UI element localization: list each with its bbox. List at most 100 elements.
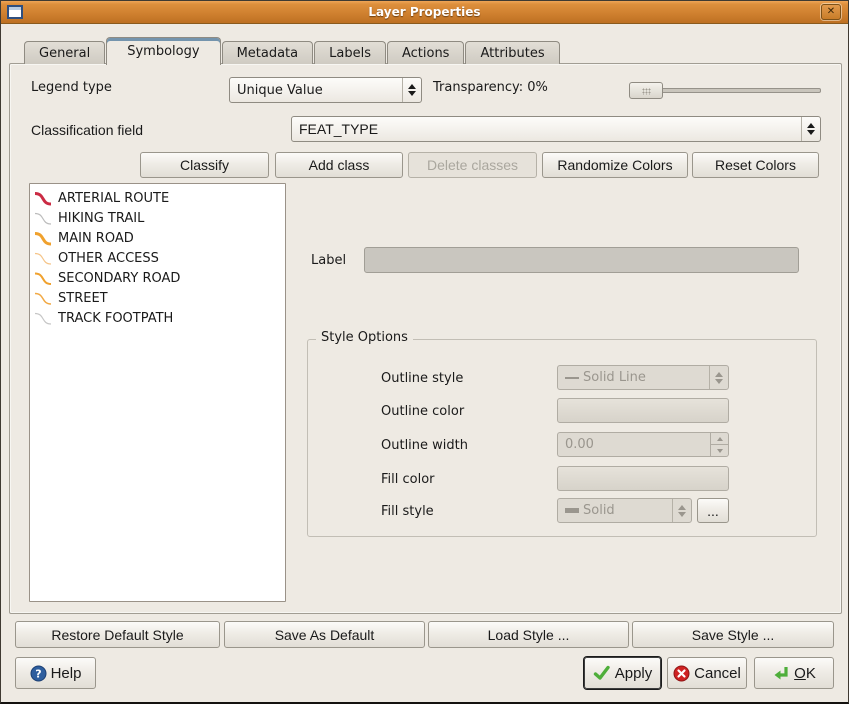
- transparency-label: Transparency: 0%: [433, 80, 548, 95]
- class-label: TRACK FOOTPATH: [58, 311, 173, 326]
- tab-symbology[interactable]: Symbology: [106, 37, 220, 65]
- restore-default-style-button[interactable]: Restore Default Style: [15, 621, 220, 648]
- line-symbol-icon: [33, 290, 53, 307]
- save-as-default-button[interactable]: Save As Default: [224, 621, 425, 648]
- cancel-button[interactable]: Cancel: [667, 657, 747, 689]
- outline-width-spinner: 0.00: [557, 432, 729, 457]
- button-label: Randomize Colors: [557, 157, 672, 173]
- list-item-other-access[interactable]: OTHER ACCESS: [33, 248, 285, 268]
- button-label: Help: [51, 665, 82, 682]
- button-label: Load Style ...: [488, 627, 570, 643]
- label-field-label: Label: [311, 253, 346, 268]
- spinner-arrows-icon: [710, 433, 728, 456]
- randomize-colors-button[interactable]: Randomize Colors: [542, 152, 688, 178]
- outline-style-label: Outline style: [381, 371, 463, 386]
- list-item-arterial-route[interactable]: ARTERIAL ROUTE: [33, 188, 285, 208]
- combo-arrows-icon: [709, 366, 728, 389]
- delete-classes-button: Delete classes: [408, 152, 537, 178]
- legend-type-select[interactable]: Unique Value: [229, 77, 422, 103]
- list-item-track-footpath[interactable]: TRACK FOOTPATH: [33, 308, 285, 328]
- enter-arrow-icon: [772, 665, 790, 682]
- list-item-main-road[interactable]: MAIN ROAD: [33, 228, 285, 248]
- fill-style-label: Fill style: [381, 504, 434, 519]
- tab-bar: General Symbology Metadata Labels Action…: [24, 36, 561, 64]
- class-label: ARTERIAL ROUTE: [58, 191, 169, 206]
- tab-label: Attributes: [480, 46, 544, 61]
- ok-button[interactable]: OK: [754, 657, 834, 689]
- button-label: Add class: [309, 157, 370, 173]
- class-list[interactable]: ARTERIAL ROUTE HIKING TRAIL MAIN ROAD OT…: [29, 183, 286, 602]
- tab-labels[interactable]: Labels: [314, 41, 386, 64]
- button-label: Apply: [615, 665, 653, 682]
- close-icon[interactable]: ✕: [821, 4, 841, 20]
- outline-width-label: Outline width: [381, 438, 468, 453]
- legend-type-value: Unique Value: [237, 83, 323, 98]
- svg-text:?: ?: [35, 667, 41, 680]
- tab-metadata[interactable]: Metadata: [222, 41, 314, 64]
- tab-actions[interactable]: Actions: [387, 41, 465, 64]
- classification-field-value: FEAT_TYPE: [299, 121, 378, 137]
- list-item-secondary-road[interactable]: SECONDARY ROAD: [33, 268, 285, 288]
- outline-style-select: Solid Line: [557, 365, 729, 390]
- fill-style-select: Solid: [557, 498, 692, 523]
- fill-style-value: Solid: [583, 503, 615, 518]
- button-label: Save As Default: [275, 627, 375, 643]
- help-icon: ?: [30, 665, 47, 682]
- save-style-button[interactable]: Save Style ...: [632, 621, 834, 648]
- ok-mnemonic: O: [794, 665, 806, 682]
- add-class-button[interactable]: Add class: [275, 152, 403, 178]
- line-symbol-icon: [33, 190, 53, 207]
- slider-grip-icon: [642, 88, 651, 95]
- help-button[interactable]: ? Help: [15, 657, 96, 689]
- button-label: Save Style ...: [692, 627, 774, 643]
- slider-handle[interactable]: [629, 82, 663, 99]
- line-symbol-icon: [33, 210, 53, 227]
- button-label: OK: [794, 665, 816, 682]
- tab-label: Metadata: [237, 46, 299, 61]
- line-style-preview-icon: [565, 377, 579, 379]
- fill-color-label: Fill color: [381, 472, 435, 487]
- classify-button[interactable]: Classify: [140, 152, 269, 178]
- classification-field-select[interactable]: FEAT_TYPE: [291, 116, 821, 142]
- outline-style-value: Solid Line: [583, 370, 646, 385]
- window-title: Layer Properties: [1, 5, 848, 19]
- label-input: [364, 247, 799, 273]
- tab-general[interactable]: General: [24, 41, 105, 64]
- tab-label: Symbology: [127, 44, 199, 59]
- ok-rest: K: [806, 665, 816, 682]
- line-symbol-icon: [33, 310, 53, 327]
- button-label: Restore Default Style: [51, 627, 183, 643]
- list-item-hiking-trail[interactable]: HIKING TRAIL: [33, 208, 285, 228]
- fill-color-button: [557, 466, 729, 491]
- class-label: OTHER ACCESS: [58, 251, 159, 266]
- style-options-title: Style Options: [316, 330, 413, 345]
- legend-type-label: Legend type: [31, 80, 112, 95]
- combo-arrows-icon: [402, 78, 421, 102]
- tab-label: Actions: [402, 46, 450, 61]
- cancel-icon: [673, 665, 690, 682]
- line-symbol-icon: [33, 230, 53, 247]
- fill-style-more-button[interactable]: ...: [697, 498, 729, 523]
- reset-colors-button[interactable]: Reset Colors: [692, 152, 819, 178]
- button-label: Classify: [180, 157, 229, 173]
- button-label: Reset Colors: [715, 157, 796, 173]
- class-label: MAIN ROAD: [58, 231, 134, 246]
- outline-color-label: Outline color: [381, 404, 464, 419]
- combo-arrows-icon: [672, 499, 691, 522]
- transparency-slider[interactable]: [629, 82, 821, 99]
- button-label: ...: [707, 503, 719, 519]
- fill-style-preview-icon: [565, 508, 579, 513]
- tab-label: General: [39, 46, 90, 61]
- tab-attributes[interactable]: Attributes: [465, 41, 559, 64]
- apply-button[interactable]: Apply: [584, 657, 661, 689]
- combo-arrows-icon: [801, 117, 820, 141]
- line-symbol-icon: [33, 250, 53, 267]
- class-label: STREET: [58, 291, 108, 306]
- tab-label: Labels: [329, 46, 371, 61]
- title-bar: Layer Properties ✕: [1, 1, 848, 24]
- class-label: HIKING TRAIL: [58, 211, 144, 226]
- outline-width-value: 0.00: [558, 433, 710, 456]
- list-item-street[interactable]: STREET: [33, 288, 285, 308]
- load-style-button[interactable]: Load Style ...: [428, 621, 629, 648]
- layer-properties-dialog: Layer Properties ✕ General Symbology Met…: [0, 0, 849, 704]
